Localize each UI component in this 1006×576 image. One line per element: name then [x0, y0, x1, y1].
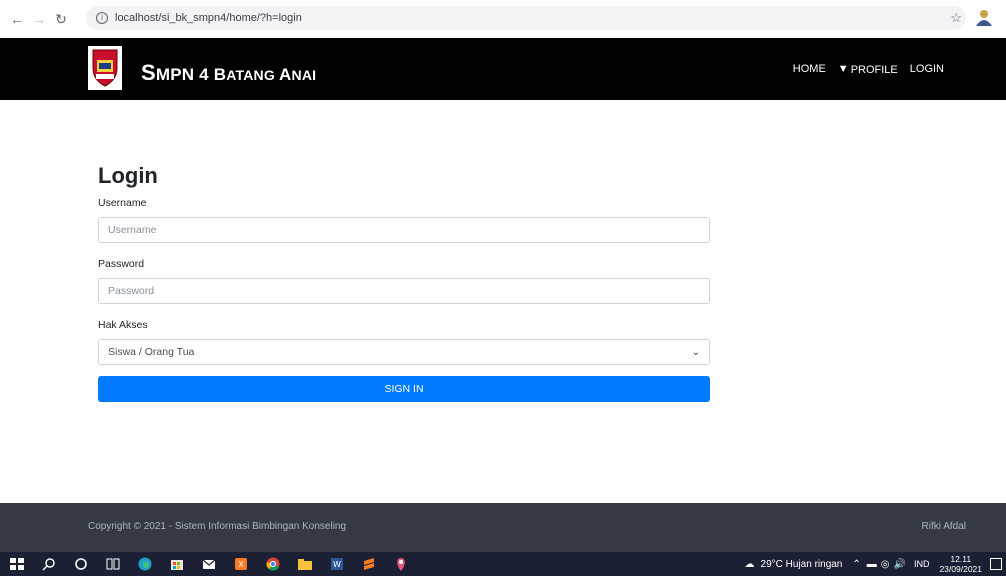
login-form: Login Username Password Hak Akses Siswa … [98, 163, 710, 402]
url-text: localhost/si_bk_smpn4/home/?h=login [115, 12, 302, 24]
chevron-up-icon[interactable]: ⌃ [852, 559, 860, 570]
hak-akses-value: Siswa / Orang Tua [108, 346, 195, 358]
system-tray: ☁ 29°C Hujan ringan ⌃ ▬ ◎ 🔊 IND 12.11 23… [745, 552, 1006, 576]
nav-profile-label: PROFILE [850, 64, 898, 76]
brand-text-1: MPN 4 [155, 65, 214, 84]
clock-time: 12.11 [950, 554, 972, 564]
brand-text-2: B [213, 65, 227, 84]
notification-icon[interactable] [990, 558, 1002, 570]
brand-text-5: NAI [291, 67, 317, 83]
word-icon[interactable]: W [328, 556, 346, 572]
store-icon[interactable] [168, 556, 186, 572]
windows-taskbar: X W ☁ 29°C Hujan ringan ⌃ ▬ ◎ 🔊 IND 12.1… [0, 552, 1006, 576]
site-navbar: SMPN 4 BATANG ANAI HOME ▼ PROFILE LOGIN [0, 38, 1006, 100]
address-bar[interactable]: i localhost/si_bk_smpn4/home/?h=login [86, 6, 966, 30]
hak-akses-select[interactable]: Siswa / Orang Tua ⌄ [98, 339, 710, 365]
username-input[interactable] [98, 217, 710, 243]
reload-icon[interactable]: ↻ [52, 10, 70, 28]
forward-arrow-icon[interactable]: → [30, 10, 48, 28]
task-view-icon[interactable] [104, 556, 122, 572]
nav-profile[interactable]: ▼ PROFILE [838, 63, 898, 76]
back-arrow-icon[interactable]: ← [8, 10, 26, 28]
page-title: Login [98, 163, 158, 188]
copyright-text: Copyright © 2021 - Sistem Informasi Bimb… [88, 521, 347, 532]
sublime-text-icon[interactable] [360, 556, 378, 572]
sign-in-button[interactable]: SIGN IN [98, 376, 710, 402]
brand-text-4: A [279, 65, 292, 84]
volume-icon[interactable]: 🔊 [894, 559, 906, 570]
browser-toolbar: ← → ↻ i localhost/si_bk_smpn4/home/?h=lo… [0, 0, 1006, 38]
nav-home[interactable]: HOME [793, 63, 826, 76]
caret-down-icon: ▼ [837, 63, 849, 75]
weather-cloud-icon[interactable]: ☁ [745, 559, 755, 570]
site-footer: Copyright © 2021 - Sistem Informasi Bimb… [0, 503, 1006, 552]
system-clock[interactable]: 12.11 23/09/2021 [939, 554, 982, 574]
brand-text-3: ATANG [226, 67, 280, 83]
username-label: Username [98, 197, 147, 209]
chevron-down-icon: ⌄ [691, 346, 700, 358]
password-input[interactable] [98, 278, 710, 304]
school-logo-icon[interactable] [88, 46, 122, 90]
network-icon[interactable]: ◎ [881, 559, 890, 570]
nav-login[interactable]: LOGIN [910, 63, 944, 76]
password-label: Password [98, 258, 145, 270]
author-text: Rifki Afdal [921, 521, 966, 532]
edge-icon[interactable] [136, 556, 154, 572]
windows-start-icon[interactable] [8, 556, 26, 572]
battery-icon[interactable]: ▬ [867, 559, 877, 570]
maps-pin-icon[interactable] [392, 556, 410, 572]
profile-avatar-icon[interactable] [974, 8, 994, 28]
nav-links: HOME ▼ PROFILE LOGIN [793, 63, 944, 76]
info-icon[interactable]: i [96, 12, 108, 24]
chrome-icon[interactable] [264, 556, 282, 572]
svg-text:X: X [238, 560, 244, 569]
bookmark-star-icon[interactable]: ☆ [950, 10, 962, 26]
search-icon[interactable] [40, 556, 58, 572]
xampp-icon[interactable]: X [232, 556, 250, 572]
weather-text[interactable]: 29°C Hujan ringan [761, 559, 843, 570]
clock-date: 23/09/2021 [939, 564, 982, 574]
language-indicator[interactable]: IND [914, 559, 930, 569]
file-explorer-icon[interactable] [296, 556, 314, 572]
brand-initial: S [141, 60, 156, 85]
mail-icon[interactable] [200, 556, 218, 572]
cortana-icon[interactable] [72, 556, 90, 572]
brand-title[interactable]: SMPN 4 BATANG ANAI [141, 60, 316, 86]
svg-text:W: W [333, 560, 341, 569]
hak-akses-label: Hak Akses [98, 319, 148, 331]
